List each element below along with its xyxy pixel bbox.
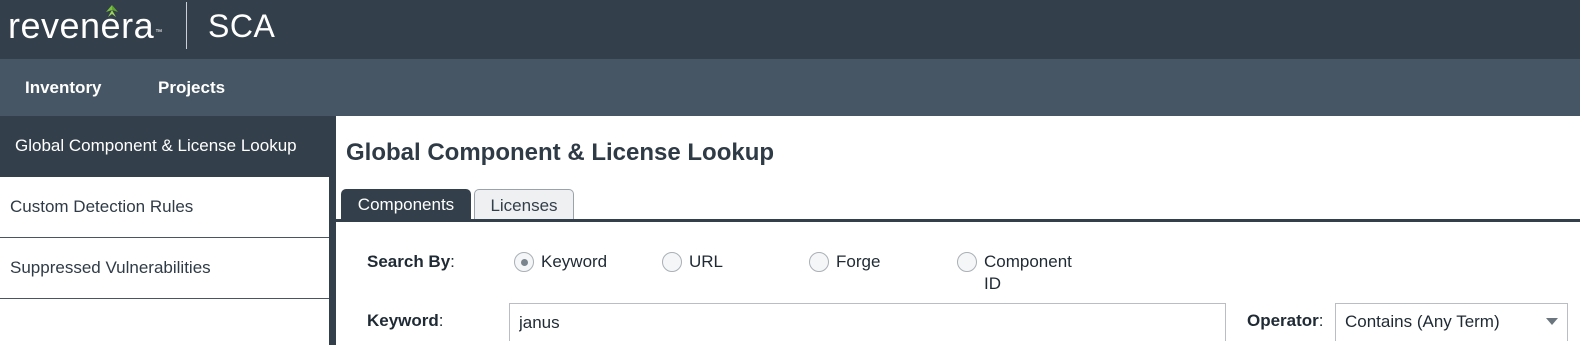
sidebar-item-custom-detection-rules[interactable]: Custom Detection Rules (0, 177, 329, 238)
search-by-label-text: Search By (367, 252, 451, 271)
search-by-label: Search By: (367, 252, 455, 272)
search-by-colon: : (450, 252, 455, 271)
sidebar-item-global-lookup[interactable]: Global Component & License Lookup (0, 116, 329, 177)
keyword-label-text: Keyword (367, 311, 439, 330)
page-title: Global Component & License Lookup (346, 139, 775, 166)
revenera-logo[interactable]: revenera ™ (8, 5, 163, 46)
radio-component-id-line1: Component (984, 252, 1072, 271)
radio-url-label[interactable]: URL (689, 251, 723, 273)
operator-colon: : (1318, 311, 1324, 330)
top-header: revenera ™ SCA (0, 0, 1580, 59)
radio-component-id-label[interactable]: Component ID (984, 251, 1072, 295)
keyword-colon: : (438, 311, 444, 330)
sidebar-item-suppressed-vulnerabilities[interactable]: Suppressed Vulnerabilities (0, 238, 329, 299)
keyword-input[interactable] (509, 303, 1226, 341)
keyword-label: Keyword: (367, 311, 444, 331)
radio-forge-label[interactable]: Forge (836, 251, 880, 273)
product-name: SCA (208, 8, 276, 44)
logo-text: revenera (8, 5, 155, 46)
tab-underline (336, 219, 1580, 222)
sidebar-edge (329, 116, 336, 345)
radio-url[interactable] (662, 252, 682, 272)
radio-keyword-label[interactable]: Keyword (541, 251, 607, 273)
radio-forge[interactable] (809, 252, 829, 272)
header-divider (186, 2, 187, 49)
main-nav: Inventory Projects (0, 59, 1580, 116)
tab-components[interactable]: Components (341, 189, 471, 221)
sidebar: Global Component & License Lookup Custom… (0, 116, 336, 345)
operator-label-text: Operator (1247, 311, 1319, 330)
leaf-icon (106, 5, 118, 17)
radio-keyword[interactable] (514, 252, 534, 272)
operator-select-value: Contains (Any Term) (1345, 312, 1500, 331)
radio-component-id-line2: ID (984, 274, 1001, 293)
operator-label: Operator: (1247, 311, 1324, 331)
logo-trademark: ™ (155, 29, 163, 36)
tab-licenses[interactable]: Licenses (474, 189, 574, 221)
operator-select[interactable]: Contains (Any Term) (1335, 303, 1568, 341)
chevron-down-icon (1546, 318, 1558, 325)
nav-item-projects[interactable]: Projects (158, 59, 225, 116)
nav-item-inventory[interactable]: Inventory (25, 59, 102, 116)
radio-component-id[interactable] (957, 252, 977, 272)
